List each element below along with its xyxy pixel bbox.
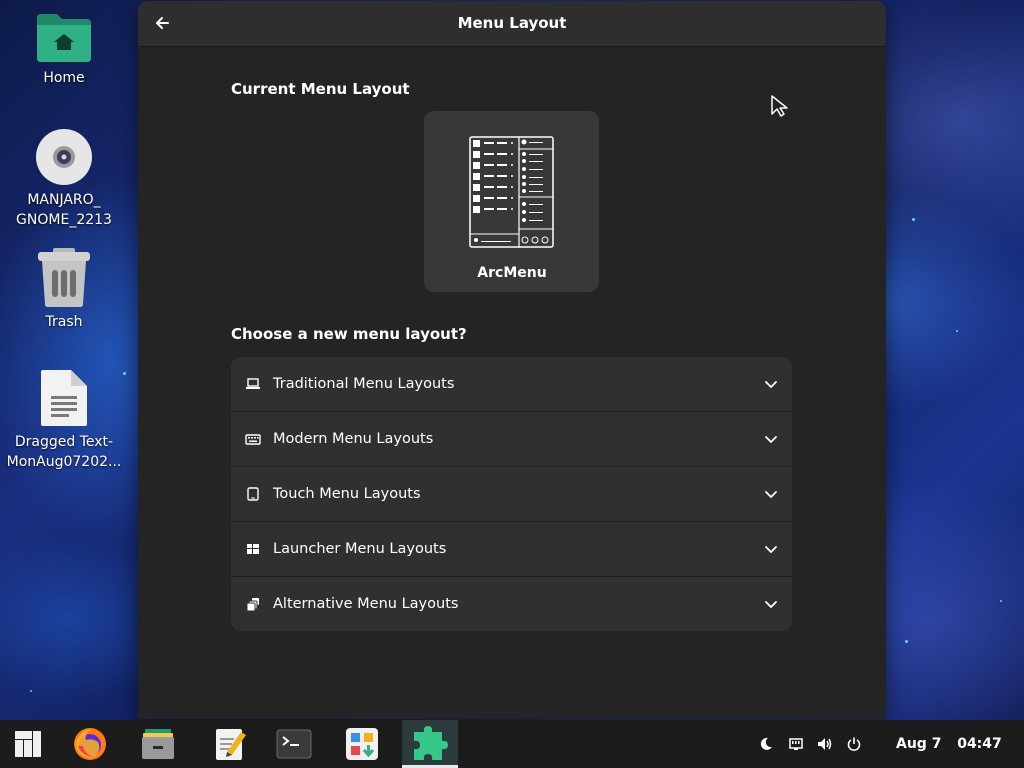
files-icon: [142, 729, 174, 759]
category-label: Modern Menu Layouts: [273, 431, 434, 447]
chevron-down-icon: [765, 436, 777, 443]
night-light-icon[interactable]: [758, 736, 774, 752]
taskbar-app-software[interactable]: [334, 720, 390, 768]
clock-time: 04:47: [957, 736, 1002, 752]
taskbar-app-text-editor[interactable]: [202, 720, 258, 768]
clock-date: Aug 7: [896, 736, 942, 752]
software-center-icon: [346, 728, 378, 760]
category-label: Touch Menu Layouts: [273, 486, 421, 502]
network-icon[interactable]: [788, 736, 804, 752]
trash-icon: [38, 248, 90, 307]
desktop-icon-home[interactable]: Home: [4, 10, 124, 88]
desktop-icon-label: Home: [43, 70, 85, 86]
manjaro-logo-icon: [15, 731, 41, 757]
desktop-icon-text-file[interactable]: Dragged Text- MonAug07202...: [4, 368, 124, 472]
terminal-icon: [276, 729, 312, 759]
category-row-alternative[interactable]: Alternative Menu Layouts: [231, 577, 792, 631]
system-tray: [758, 720, 862, 768]
taskbar-app-firefox[interactable]: [62, 720, 118, 768]
category-row-launcher[interactable]: Launcher Menu Layouts: [231, 522, 792, 577]
stack-icon: [246, 598, 259, 612]
power-icon[interactable]: [846, 736, 862, 752]
home-folder-icon: [37, 14, 91, 62]
header-bar: Menu Layout: [138, 1, 886, 47]
arcmenu-preview-icon: [469, 136, 554, 248]
window-title: Menu Layout: [457, 14, 567, 32]
current-layout-name: ArcMenu: [477, 265, 547, 281]
chevron-down-icon: [765, 381, 777, 388]
desktop-icon-label: Dragged Text- MonAug07202...: [6, 434, 122, 470]
text-file-icon: [41, 370, 87, 426]
layout-category-list: Traditional Menu Layouts Modern Menu Lay…: [231, 357, 792, 631]
category-label: Traditional Menu Layouts: [273, 376, 455, 392]
volume-icon[interactable]: [816, 736, 834, 752]
category-label: Launcher Menu Layouts: [273, 541, 447, 557]
taskbar: Aug 7 04:47: [0, 720, 1024, 768]
taskbar-app-extensions[interactable]: [402, 720, 458, 768]
current-layout-heading: Current Menu Layout: [231, 80, 410, 98]
category-label: Alternative Menu Layouts: [273, 596, 459, 612]
desktop-icon-disc[interactable]: MANJARO_ GNOME_2213: [4, 128, 124, 230]
chevron-down-icon: [765, 491, 777, 498]
chevron-down-icon: [765, 546, 777, 553]
category-row-traditional[interactable]: Traditional Menu Layouts: [231, 357, 792, 412]
chevron-down-icon: [765, 601, 777, 608]
extensions-icon: [414, 725, 448, 760]
choose-layout-heading: Choose a new menu layout?: [231, 325, 467, 343]
keyboard-icon: [245, 434, 261, 445]
taskbar-app-menu[interactable]: [0, 720, 56, 768]
text-editor-icon: [216, 729, 246, 760]
grid-icon: [247, 544, 259, 554]
firefox-icon: [74, 728, 106, 760]
laptop-icon: [246, 378, 260, 389]
mouse-pointer-icon: [771, 95, 788, 117]
clock[interactable]: Aug 7 04:47: [896, 720, 1002, 768]
taskbar-app-terminal[interactable]: [266, 720, 322, 768]
tablet-icon: [247, 487, 259, 501]
desktop-icon-label: MANJARO_ GNOME_2213: [16, 192, 112, 228]
desktop-icon-trash[interactable]: Trash: [4, 246, 124, 332]
taskbar-app-files[interactable]: [130, 720, 186, 768]
category-row-modern[interactable]: Modern Menu Layouts: [231, 412, 792, 467]
category-row-touch[interactable]: Touch Menu Layouts: [231, 467, 792, 522]
disc-icon: [36, 129, 92, 185]
desktop-icon-label: Trash: [45, 314, 83, 330]
